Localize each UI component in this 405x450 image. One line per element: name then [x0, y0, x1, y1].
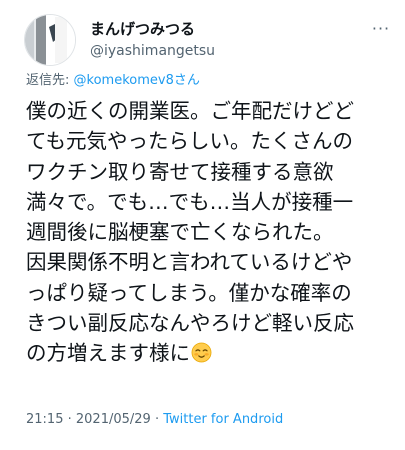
tweet-text-line: ワクチン取り寄せて接種する意欲 — [26, 159, 334, 184]
tweet-time[interactable]: 21:15 — [26, 412, 63, 427]
meta-separator: · — [63, 412, 76, 427]
tweet-text: 僕の近くの開業医。ご年配だけどど ても元気やったらしい。たくさんの ワクチン取り… — [26, 96, 396, 372]
tweet-source-link[interactable]: Twitter for Android — [163, 412, 283, 427]
tweet-text-line: 満々で。でも…でも…当人が接種一 — [26, 189, 354, 214]
avatar[interactable] — [24, 14, 76, 66]
tweet-card: まんげつみつる @iyashimangetsu ··· 返信先: @komeko… — [0, 0, 405, 450]
reply-to-line: 返信先: @komekomev8さん — [26, 73, 200, 89]
display-name[interactable]: まんげつみつる — [90, 20, 195, 38]
tweet-header: まんげつみつる @iyashimangetsu ··· — [0, 0, 405, 72]
user-handle[interactable]: @iyashimangetsu — [90, 43, 215, 60]
more-horizontal-icon[interactable]: ··· — [369, 20, 393, 38]
tweet-meta: 21:15 · 2021/05/29 · Twitter for Android — [26, 412, 283, 428]
reply-mention-link[interactable]: @komekomev8さん — [74, 73, 200, 88]
tweet-text-line: ても元気やったらしい。たくさんの — [26, 129, 353, 154]
tweet-text-line-last: の方増えます様に — [26, 338, 396, 371]
tweet-date[interactable]: 2021/05/29 — [76, 412, 151, 427]
relieved-blushing-face-emoji-icon — [191, 341, 212, 371]
avatar-image — [25, 15, 75, 65]
reply-to-prefix: 返信先: — [26, 73, 74, 88]
tweet-text-line: きつい副反応なんやろけど軽い反応 — [26, 311, 354, 336]
meta-separator: · — [150, 412, 164, 427]
tweet-text-line: 週間後に脳梗塞で亡くなられた。 — [26, 220, 334, 245]
tweet-text-line: 因果関係不明と言われているけどや — [26, 250, 353, 275]
tweet-text-last-segment: の方増えます様に — [26, 341, 190, 366]
tweet-text-line: っぱり疑ってしまう。僅かな確率の — [26, 280, 352, 305]
tweet-text-line: 僕の近くの開業医。ご年配だけどど — [26, 99, 354, 123]
